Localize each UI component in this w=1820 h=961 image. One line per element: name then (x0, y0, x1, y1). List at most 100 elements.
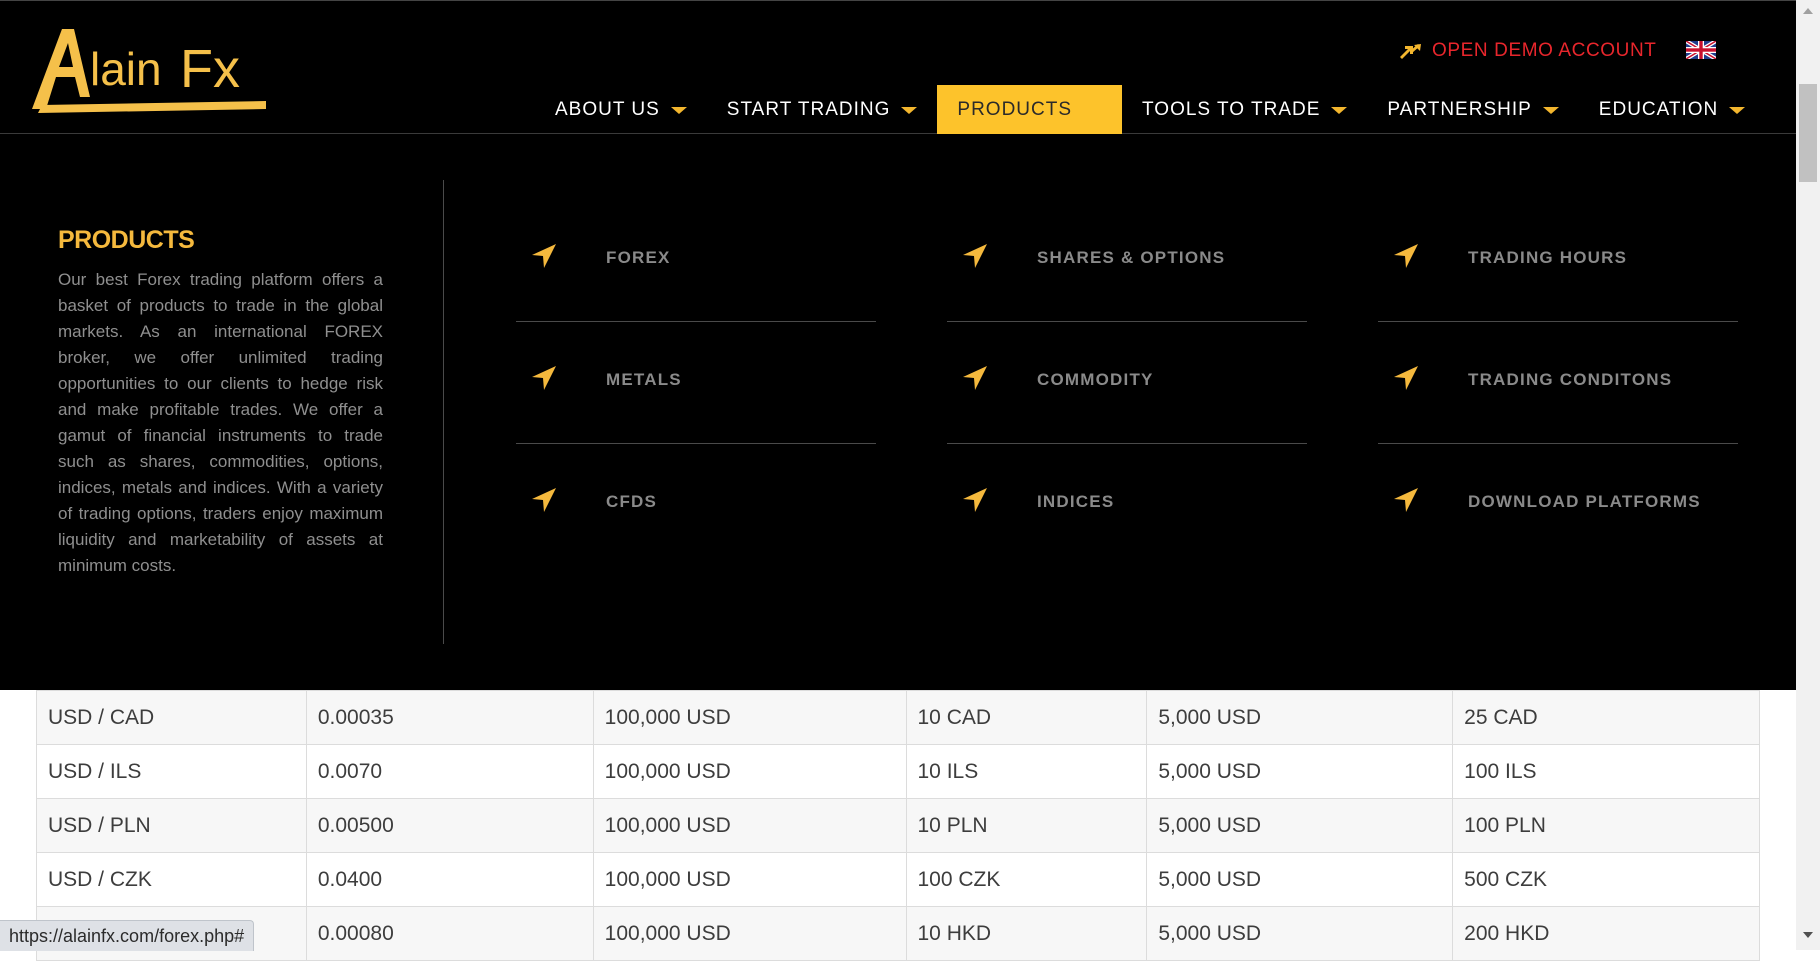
status-bar-url: https://alainfx.com/forex.php# (0, 920, 255, 951)
uk-flag-icon[interactable] (1684, 39, 1718, 61)
table-cell: 100 CZK (905, 852, 1148, 907)
table-cell: 10 CAD (905, 690, 1148, 745)
table-cell: 100 ILS (1452, 744, 1760, 799)
page-scrollbar[interactable] (1796, 0, 1820, 950)
svg-text:lain: lain (90, 43, 162, 95)
menu-link-metals[interactable]: METALS (516, 322, 876, 444)
table-row: USD / CAD 0.00035 100,000 USD 10 CAD 5,0… (36, 690, 1760, 745)
menu-link-indices[interactable]: INDICES (947, 444, 1307, 566)
table-row: USD / ILS 0.0070 100,000 USD 10 ILS 5,00… (36, 744, 1760, 799)
navigation-arrow-icon (1392, 242, 1420, 270)
scroll-up-arrow-icon[interactable] (1803, 8, 1813, 14)
menu-link-indices-label: INDICES (1037, 492, 1115, 511)
nav-tools-to-trade[interactable]: TOOLS TO TRADE (1122, 85, 1367, 135)
table-cell: 0.00500 (305, 798, 594, 853)
table-cell: 5,000 USD (1146, 906, 1454, 961)
nav-about-us[interactable]: ABOUT US (535, 85, 707, 135)
menu-link-cfds-label: CFDS (606, 492, 658, 511)
nav-education[interactable]: EDUCATION (1579, 85, 1765, 135)
navigation-arrow-icon (1392, 364, 1420, 392)
navigation-arrow-icon (961, 486, 989, 514)
table-cell: 0.00080 (305, 906, 594, 961)
table-cell: 100,000 USD (592, 690, 907, 745)
products-intro: PRODUCTS Our best Forex trading platform… (58, 226, 383, 579)
nav-start-trading[interactable]: START TRADING (707, 85, 938, 135)
menu-link-forex-label: FOREX (606, 248, 671, 267)
menu-link-trading-conditions[interactable]: TRADING CONDITONS (1378, 322, 1738, 444)
alainfx-logo[interactable]: lain Fx (28, 23, 268, 115)
scroll-down-arrow-icon[interactable] (1803, 932, 1813, 938)
navigation-arrow-icon (961, 364, 989, 392)
nav-about-us-label: ABOUT US (555, 99, 660, 120)
products-heading: PRODUCTS (58, 226, 195, 254)
forex-spec-table-wrapper: USD / CAD 0.00035 100,000 USD 10 CAD 5,0… (36, 690, 1760, 961)
site-header: lain Fx OPEN DEMO ACCOUNT ABOUT US START… (0, 0, 1796, 135)
menu-link-metals-label: METALS (606, 370, 682, 389)
table-cell: USD / CAD (36, 690, 307, 745)
navigation-arrow-icon (1392, 486, 1420, 514)
main-nav: ABOUT US START TRADING PRODUCTS TOOLS TO… (535, 85, 1765, 135)
table-row: USD / PLN 0.00500 100,000 USD 10 PLN 5,0… (36, 798, 1760, 853)
menu-link-download-platforms-label: DOWNLOAD PLATFORMS (1468, 492, 1701, 511)
navigation-arrow-icon (530, 486, 558, 514)
table-cell: 25 CAD (1452, 690, 1760, 745)
table-row: USD / CZK 0.0400 100,000 USD 100 CZK 5,0… (36, 852, 1760, 907)
nav-products[interactable]: PRODUCTS (937, 85, 1123, 135)
navigation-arrow-icon (530, 364, 558, 392)
scrollbar-thumb[interactable] (1799, 84, 1817, 182)
table-cell: 10 PLN (905, 798, 1148, 853)
table-cell: 10 ILS (905, 744, 1148, 799)
vertical-divider (443, 180, 444, 644)
menu-link-commodity-label: COMMODITY (1037, 370, 1154, 389)
forex-spec-table: USD / CAD 0.00035 100,000 USD 10 CAD 5,0… (36, 690, 1760, 961)
caret-down-icon (901, 106, 918, 114)
open-demo-account-link[interactable]: OPEN DEMO ACCOUNT (1398, 37, 1657, 65)
products-mega-menu: PRODUCTS Our best Forex trading platform… (0, 134, 1796, 690)
caret-down-icon (1331, 106, 1348, 114)
caret-down-icon (1542, 106, 1559, 114)
table-cell: USD / ILS (36, 744, 307, 799)
navigation-arrow-icon (961, 242, 989, 270)
menu-link-trading-hours[interactable]: TRADING HOURS (1378, 200, 1738, 322)
menu-link-commodity[interactable]: COMMODITY (947, 322, 1307, 444)
table-cell: 5,000 USD (1146, 744, 1454, 799)
nav-education-label: EDUCATION (1598, 99, 1719, 120)
menu-link-trading-hours-label: TRADING HOURS (1468, 248, 1628, 267)
table-cell: 0.00035 (305, 690, 594, 745)
nav-partnership-label: PARTNERSHIP (1387, 99, 1532, 120)
caret-down-icon (1729, 106, 1746, 114)
table-cell: 5,000 USD (1146, 852, 1454, 907)
table-cell: 100 PLN (1452, 798, 1760, 853)
navigation-arrow-icon (530, 242, 558, 270)
menu-link-shares-options[interactable]: SHARES & OPTIONS (947, 200, 1307, 322)
table-cell: 0.0400 (305, 852, 594, 907)
products-description: Our best Forex trading platform offers a… (58, 270, 383, 575)
table-cell: 100,000 USD (592, 798, 907, 853)
nav-products-label: PRODUCTS (957, 99, 1073, 120)
nav-partnership[interactable]: PARTNERSHIP (1367, 85, 1578, 135)
menu-link-shares-options-label: SHARES & OPTIONS (1037, 248, 1226, 267)
nav-start-trading-label: START TRADING (726, 99, 891, 120)
nav-tools-to-trade-label: TOOLS TO TRADE (1142, 99, 1321, 120)
table-cell: 100,000 USD (592, 852, 907, 907)
table-cell: 100,000 USD (592, 906, 907, 961)
table-cell: 5,000 USD (1146, 690, 1454, 745)
table-cell: 500 CZK (1452, 852, 1760, 907)
menu-link-trading-conditions-label: TRADING CONDITONS (1468, 370, 1673, 389)
menu-link-download-platforms[interactable]: DOWNLOAD PLATFORMS (1378, 444, 1738, 566)
table-row: 0.00080 100,000 USD 10 HKD 5,000 USD 200… (36, 906, 1760, 961)
table-cell: 0.0070 (305, 744, 594, 799)
table-cell: USD / PLN (36, 798, 307, 853)
svg-text:Fx: Fx (180, 39, 240, 99)
open-demo-account-label: OPEN DEMO ACCOUNT (1432, 40, 1657, 61)
table-cell: USD / CZK (36, 852, 307, 907)
caret-down-icon (670, 106, 687, 114)
table-cell: 200 HKD (1452, 906, 1760, 961)
table-cell: 10 HKD (905, 906, 1148, 961)
menu-link-forex[interactable]: FOREX (516, 200, 876, 322)
table-cell: 5,000 USD (1146, 798, 1454, 853)
menu-link-cfds[interactable]: CFDS (516, 444, 876, 566)
table-cell: 100,000 USD (592, 744, 907, 799)
exchange-arrows-icon (1398, 43, 1422, 59)
logo-graphic: lain Fx (32, 29, 266, 113)
